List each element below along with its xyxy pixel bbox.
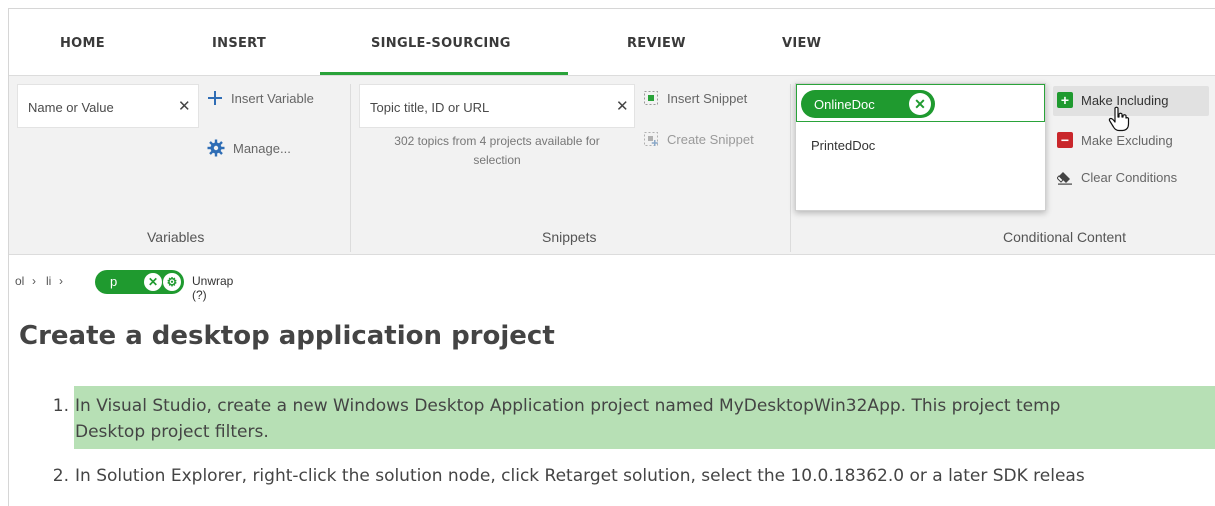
current-tag-chip[interactable]: p ✕ ⚙ [95,270,184,294]
make-excluding-label: Make Excluding [1081,132,1173,148]
tag-settings-icon[interactable]: ⚙ [163,273,181,291]
create-snippet-label: Create Snippet [667,131,754,147]
insert-variable-button[interactable]: Insert Variable [207,90,314,106]
group-divider [790,84,791,252]
tab-insert[interactable]: INSERT [212,36,266,51]
plus-icon [208,91,222,105]
clear-conditions-button[interactable]: Clear Conditions [1057,170,1177,185]
snippet-search-placeholder: Topic title, ID or URL [370,100,490,115]
current-tag-label: p [110,274,118,289]
conditional-content-group-label: Conditional Content [1003,229,1126,245]
list-item-continuation[interactable]: Desktop project filters. [27,419,269,445]
list-item-text: Desktop project filters. [75,422,269,442]
plus-square-icon: + [1057,92,1073,108]
breadcrumb-separator: › [59,274,63,288]
clear-conditions-label: Clear Conditions [1081,170,1178,185]
tab-home[interactable]: HOME [60,36,105,51]
insert-variable-label: Insert Variable [231,90,314,106]
breadcrumb-item-li[interactable]: li [46,274,51,288]
variable-search-input[interactable]: Name or Value ✕ [17,84,199,128]
variable-search-placeholder: Name or Value [28,100,114,115]
tab-view[interactable]: VIEW [782,36,821,51]
remove-condition-icon[interactable]: ✕ [909,93,931,115]
list-item[interactable]: 1. In Visual Studio, create a new Windows… [27,393,1061,419]
list-item[interactable]: 2. In Solution Explorer, right-click the … [27,463,1085,489]
create-snippet-button[interactable]: Create Snippet [643,131,754,147]
group-divider [350,84,351,252]
snippet-search-input[interactable]: Topic title, ID or URL ✕ [359,84,635,128]
make-excluding-button[interactable]: − Make Excluding [1057,132,1173,148]
insert-snippet-button[interactable]: Insert Snippet [643,90,747,106]
breadcrumb-separator: › [32,274,36,288]
minus-square-icon: − [1057,132,1073,148]
condition-dropdown: OnlineDoc ✕ PrintedDoc [795,83,1046,211]
tab-single-sourcing[interactable]: SINGLE-SOURCING [371,36,511,51]
tab-review[interactable]: REVIEW [627,36,686,51]
insert-snippet-label: Insert Snippet [667,90,748,106]
editor-window: HOME INSERT SINGLE-SOURCING REVIEW VIEW … [8,8,1215,506]
list-number: 1. [52,396,69,416]
condition-tag-input[interactable]: OnlineDoc ✕ [796,84,1045,122]
document-heading[interactable]: Create a desktop application project [19,321,555,351]
list-number: 2. [52,466,69,486]
insert-snippet-icon [644,91,658,105]
condition-chip-label: OnlineDoc [814,96,875,112]
manage-variables-button[interactable]: Manage... [207,139,291,157]
clear-variable-search-icon[interactable]: ✕ [178,97,191,115]
variables-group-label: Variables [147,229,205,245]
eraser-icon [1057,171,1072,185]
unwrap-button[interactable]: Unwrap (?) [192,274,233,302]
manage-variables-label: Manage... [233,140,291,156]
condition-option-printeddoc[interactable]: PrintedDoc [811,138,875,153]
list-item-text: In Solution Explorer, right-click the so… [75,466,1085,486]
ribbon-tabbar: HOME INSERT SINGLE-SOURCING REVIEW VIEW [9,9,1215,75]
condition-chip-onlinedoc: OnlineDoc ✕ [801,90,935,118]
hand-cursor-icon [1108,106,1130,132]
clear-snippet-search-icon[interactable]: ✕ [616,97,629,115]
gear-icon [207,139,225,157]
snippets-group-label: Snippets [542,229,597,245]
breadcrumb-item-ol[interactable]: ol [15,274,24,288]
list-item-text: In Visual Studio, create a new Windows D… [75,396,1061,416]
remove-tag-icon[interactable]: ✕ [144,273,162,291]
create-snippet-icon [644,132,658,146]
snippet-topic-count: 302 topics from 4 projects available for… [394,134,600,167]
